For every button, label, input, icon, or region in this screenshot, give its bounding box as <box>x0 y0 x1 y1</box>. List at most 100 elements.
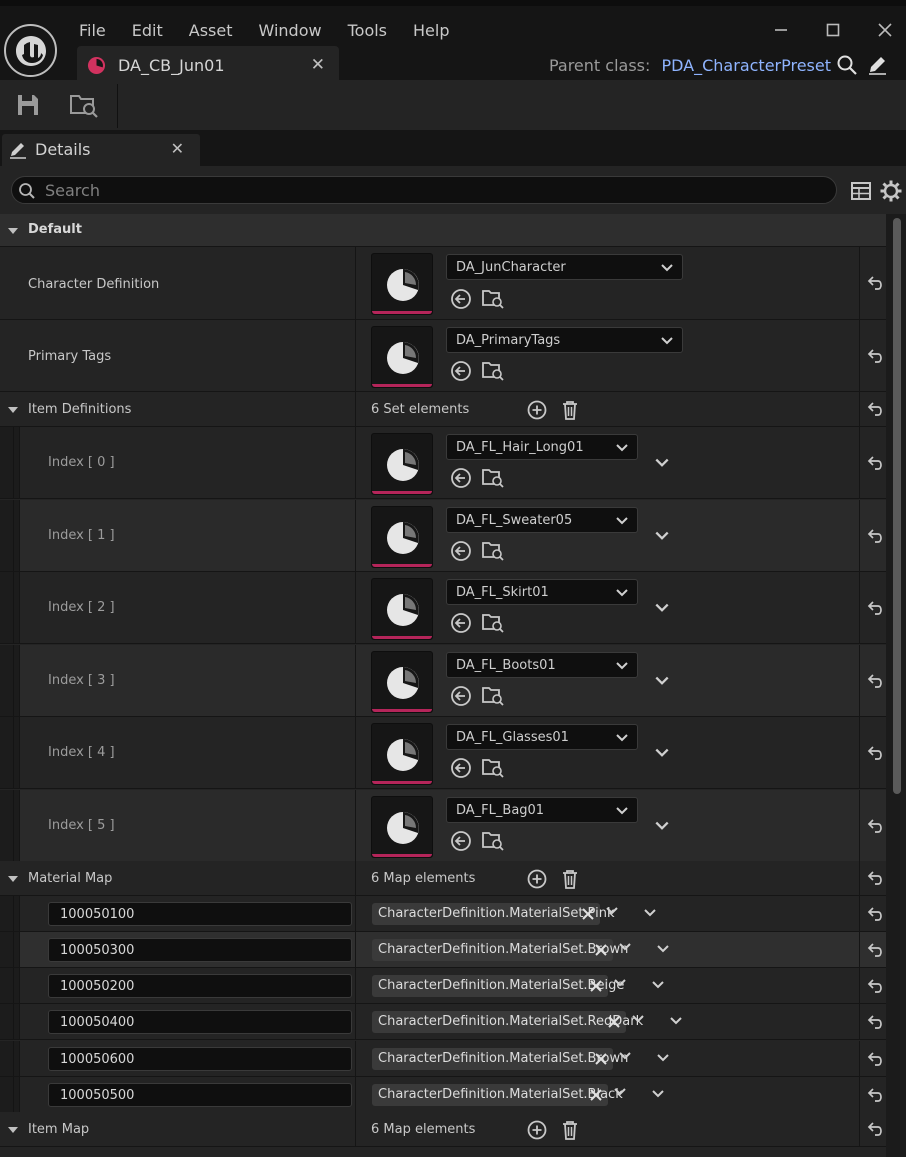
browse-asset-button[interactable] <box>67 90 101 120</box>
asset-thumbnail[interactable] <box>371 796 433 858</box>
gameplay-tag-chip[interactable]: CharacterDefinition.MaterialSet.Brown <box>372 1048 628 1070</box>
map-key-input[interactable]: 100050600 <box>48 1047 352 1071</box>
reset-to-default-icon[interactable] <box>866 1013 884 1031</box>
reset-to-default-icon[interactable] <box>866 599 884 617</box>
reset-to-default-icon[interactable] <box>866 1086 884 1104</box>
asset-picker-combo[interactable]: DA_FL_Boots01 <box>446 652 638 678</box>
reset-to-default-icon[interactable] <box>866 274 884 292</box>
asset-picker-combo[interactable]: DA_FL_Bag01 <box>446 797 638 823</box>
asset-picker-combo[interactable]: DA_FL_Sweater05 <box>446 507 638 533</box>
element-options-chevron-down-icon[interactable] <box>656 942 670 956</box>
gameplay-tag-chip[interactable]: CharacterDefinition.MaterialSet.Pink <box>372 903 615 925</box>
menu-file[interactable]: File <box>66 12 119 48</box>
map-key-input[interactable]: 100050300 <box>48 938 352 962</box>
asset-picker-combo[interactable]: DA_FL_Hair_Long01 <box>446 434 638 460</box>
caret-down-icon[interactable] <box>6 1123 20 1137</box>
close-window-button[interactable] <box>860 12 906 48</box>
add-element-plus-icon[interactable] <box>526 399 548 421</box>
remove-tag-close-icon[interactable] <box>594 1052 608 1066</box>
menu-tools[interactable]: Tools <box>335 12 400 48</box>
menu-edit[interactable]: Edit <box>119 12 176 48</box>
category-default[interactable]: Default <box>0 214 886 247</box>
edit-parent-class-pencil-icon[interactable] <box>866 54 888 76</box>
tag-dropdown-chevron-down-icon[interactable] <box>618 940 632 954</box>
remove-all-trash-icon[interactable] <box>559 399 581 421</box>
element-options-chevron-down-icon[interactable] <box>669 1014 683 1028</box>
browse-folder-search-icon[interactable] <box>482 360 504 382</box>
parent-class-link[interactable]: PDA_CharacterPreset <box>661 56 831 75</box>
asset-thumbnail[interactable] <box>371 326 433 388</box>
browse-folder-search-icon[interactable] <box>482 685 504 707</box>
browse-folder-search-icon[interactable] <box>482 830 504 852</box>
reset-to-default-icon[interactable] <box>866 977 884 995</box>
reset-to-default-icon[interactable] <box>866 941 884 959</box>
element-options-chevron-down-icon[interactable] <box>654 818 670 834</box>
browse-folder-search-icon[interactable] <box>482 467 504 489</box>
map-key-input[interactable]: 100050200 <box>48 974 352 998</box>
menu-window[interactable]: Window <box>246 12 335 48</box>
element-options-chevron-down-icon[interactable] <box>654 528 670 544</box>
save-button[interactable] <box>13 90 43 120</box>
search-input[interactable] <box>45 179 825 201</box>
gameplay-tag-chip[interactable]: CharacterDefinition.MaterialSet.Black <box>372 1084 623 1106</box>
reset-to-default-icon[interactable] <box>866 454 884 472</box>
gear-icon[interactable] <box>879 179 903 203</box>
use-selected-arrow-icon[interactable] <box>450 288 472 310</box>
tag-dropdown-chevron-down-icon[interactable] <box>605 904 619 918</box>
tag-dropdown-chevron-down-icon[interactable] <box>613 976 627 990</box>
use-selected-arrow-icon[interactable] <box>450 612 472 634</box>
details-tab-close-button[interactable]: ✕ <box>171 139 184 158</box>
element-options-chevron-down-icon[interactable] <box>654 745 670 761</box>
asset-thumbnail[interactable] <box>371 578 433 640</box>
tag-dropdown-chevron-down-icon[interactable] <box>613 1085 627 1099</box>
menu-help[interactable]: Help <box>400 12 462 48</box>
use-selected-arrow-icon[interactable] <box>450 540 472 562</box>
use-selected-arrow-icon[interactable] <box>450 757 472 779</box>
table-view-icon[interactable] <box>850 180 872 202</box>
caret-down-icon[interactable] <box>6 872 20 886</box>
map-key-input[interactable]: 100050500 <box>48 1083 352 1107</box>
reset-to-default-icon[interactable] <box>866 869 884 887</box>
asset-picker-combo[interactable]: DA_FL_Skirt01 <box>446 579 638 605</box>
caret-down-icon[interactable] <box>6 403 20 417</box>
scrollbar-thumb[interactable] <box>893 218 901 794</box>
menu-asset[interactable]: Asset <box>176 12 246 48</box>
caret-down-icon[interactable] <box>6 224 20 238</box>
unreal-logo-icon[interactable] <box>4 24 57 77</box>
maximize-button[interactable] <box>808 12 858 48</box>
asset-thumbnail[interactable] <box>371 433 433 495</box>
add-element-plus-icon[interactable] <box>526 868 548 890</box>
tag-dropdown-chevron-down-icon[interactable] <box>618 1049 632 1063</box>
minimize-button[interactable] <box>756 12 806 48</box>
reset-to-default-icon[interactable] <box>866 672 884 690</box>
element-options-chevron-down-icon[interactable] <box>651 1087 665 1101</box>
remove-tag-close-icon[interactable] <box>607 1015 621 1029</box>
remove-tag-close-icon[interactable] <box>589 979 603 993</box>
reset-to-default-icon[interactable] <box>866 817 884 835</box>
use-selected-arrow-icon[interactable] <box>450 830 472 852</box>
reset-to-default-icon[interactable] <box>866 1120 884 1138</box>
browse-folder-search-icon[interactable] <box>482 540 504 562</box>
asset-picker-combo[interactable]: DA_JunCharacter <box>446 254 683 280</box>
reset-to-default-icon[interactable] <box>866 1050 884 1068</box>
remove-all-trash-icon[interactable] <box>559 868 581 890</box>
element-options-chevron-down-icon[interactable] <box>654 455 670 471</box>
asset-thumbnail[interactable] <box>371 506 433 568</box>
gameplay-tag-chip[interactable]: CharacterDefinition.MaterialSet.RedDark <box>372 1011 643 1033</box>
reset-to-default-icon[interactable] <box>866 905 884 923</box>
reset-to-default-icon[interactable] <box>866 744 884 762</box>
browse-folder-search-icon[interactable] <box>482 612 504 634</box>
use-selected-arrow-icon[interactable] <box>450 685 472 707</box>
reset-to-default-icon[interactable] <box>866 527 884 545</box>
remove-all-trash-icon[interactable] <box>559 1119 581 1141</box>
element-options-chevron-down-icon[interactable] <box>656 1051 670 1065</box>
find-parent-class-search-icon[interactable] <box>836 54 858 76</box>
details-tab[interactable]: Details ✕ <box>2 134 200 166</box>
asset-thumbnail[interactable] <box>371 651 433 713</box>
gameplay-tag-chip[interactable]: CharacterDefinition.MaterialSet.Brown <box>372 939 628 961</box>
document-tab-close-button[interactable]: ✕ <box>311 55 325 75</box>
map-key-input[interactable]: 100050400 <box>48 1010 352 1034</box>
gameplay-tag-chip[interactable]: CharacterDefinition.MaterialSet.Beige <box>372 975 624 997</box>
add-element-plus-icon[interactable] <box>526 1119 548 1141</box>
asset-thumbnail[interactable] <box>371 723 433 785</box>
